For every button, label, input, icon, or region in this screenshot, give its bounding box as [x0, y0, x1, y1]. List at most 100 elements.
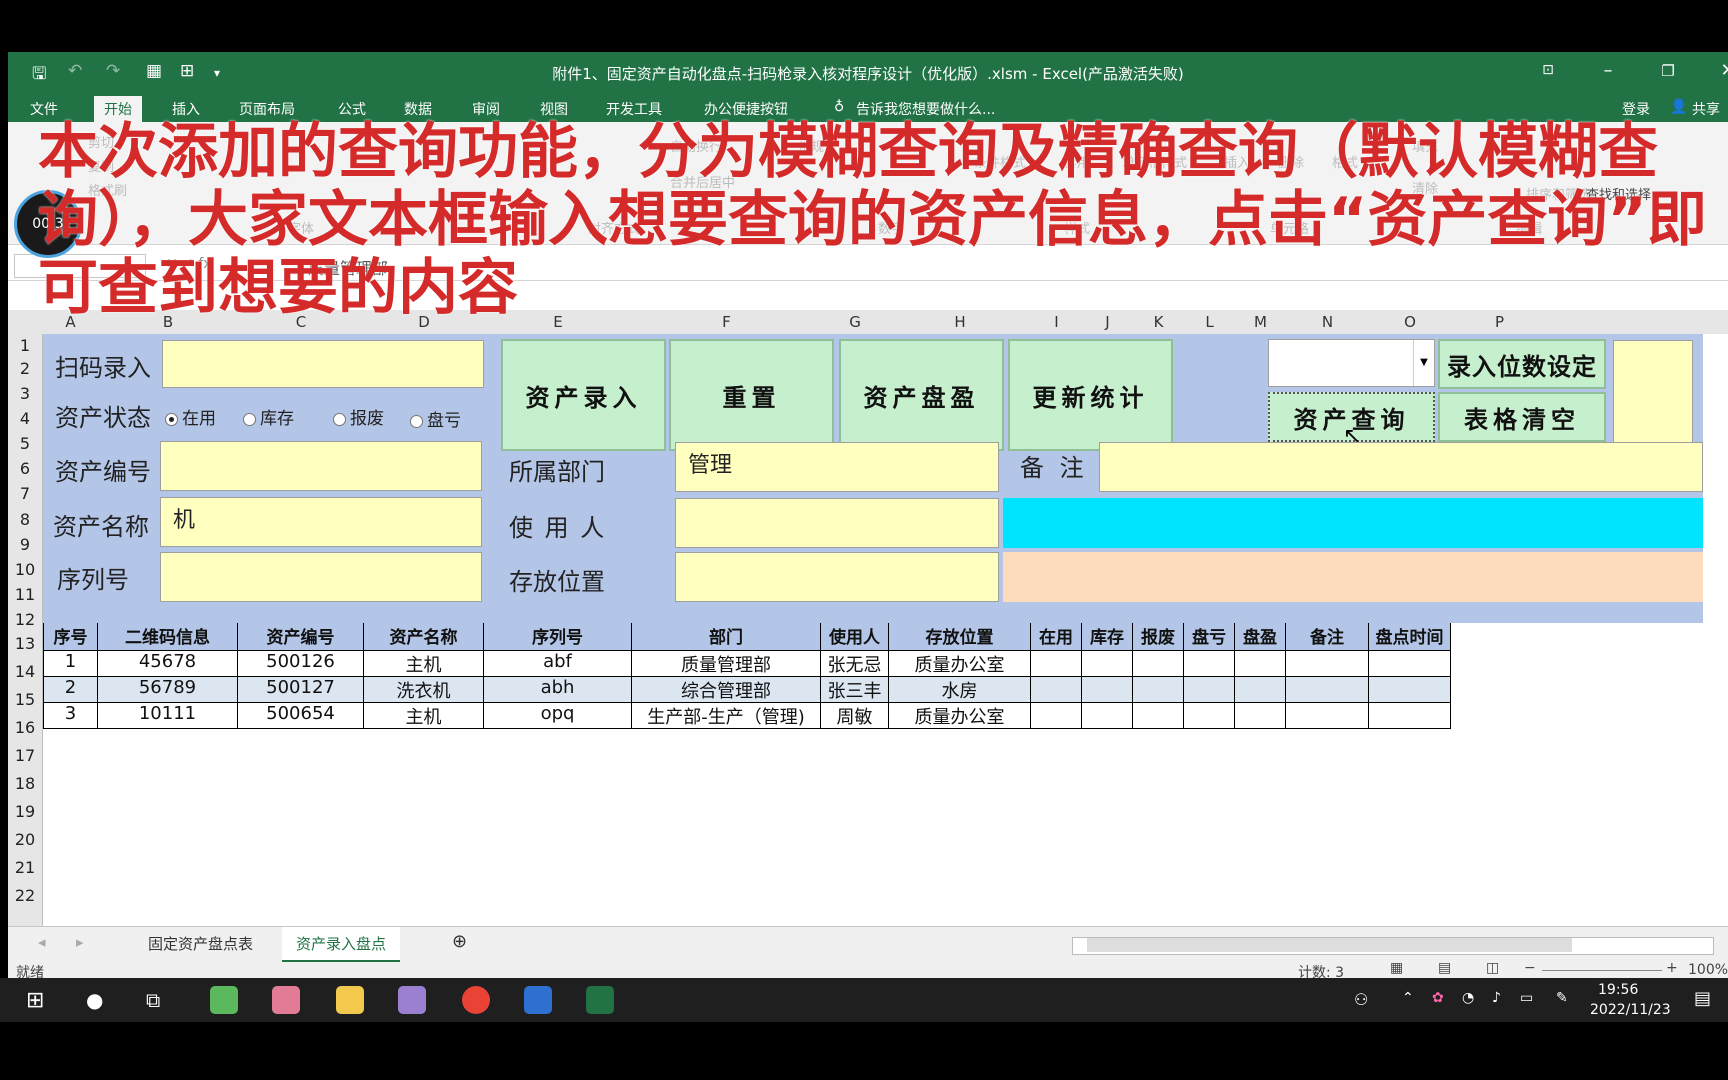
row-header[interactable]: 4 — [8, 409, 42, 428]
query-mode-dropdown[interactable]: ▼ — [1268, 339, 1435, 387]
minimize-icon[interactable]: – — [1588, 60, 1628, 81]
table-cell[interactable]: 56789 — [98, 677, 238, 703]
dept-input[interactable]: 管理 — [675, 442, 999, 492]
row-header[interactable]: 11 — [8, 585, 42, 604]
zoom-out-icon[interactable]: − — [1524, 960, 1536, 976]
tab-insert[interactable]: 插入 — [172, 99, 200, 119]
row-header[interactable]: 14 — [8, 662, 42, 681]
digits-input[interactable] — [1613, 340, 1693, 446]
tell-me-search[interactable]: 告诉我您想要做什么... — [856, 99, 995, 119]
normal-view-icon[interactable]: ▦ — [1390, 960, 1403, 976]
asset-entry-button[interactable]: 资产录入 — [501, 339, 666, 451]
tab-review[interactable]: 审阅 — [472, 99, 500, 119]
table-cell[interactable]: 质量办公室 — [889, 703, 1031, 729]
windows-start-icon[interactable]: ⊞ — [26, 988, 44, 1013]
radio-scrapped[interactable]: 报废 — [333, 404, 384, 429]
asset-surplus-button[interactable]: 资产盘盈 — [839, 339, 1004, 451]
table-cell[interactable] — [1235, 677, 1286, 703]
clock-date[interactable]: 2022/11/23 — [1590, 1002, 1671, 1018]
chevron-down-icon[interactable]: ▼ — [1413, 340, 1434, 386]
horizontal-scrollbar[interactable] — [1072, 937, 1714, 955]
table-cell[interactable]: 1 — [43, 651, 98, 677]
table-cell[interactable]: 500127 — [238, 677, 364, 703]
ribbon-display-icon[interactable]: ⊡ — [1528, 62, 1568, 78]
sheet-tab-fixed-assets[interactable]: 固定资产盘点表 — [148, 933, 253, 954]
row-header[interactable]: 1 — [8, 336, 42, 355]
table-cell[interactable]: 水房 — [889, 677, 1031, 703]
tab-office-tools[interactable]: 办公便捷按钮 — [704, 99, 788, 119]
row-header[interactable]: 20 — [8, 830, 42, 849]
table-cell[interactable] — [1184, 703, 1235, 729]
table-cell[interactable]: 3 — [43, 703, 98, 729]
row-header[interactable]: 9 — [8, 535, 42, 554]
radio-loss[interactable]: 盘亏 — [410, 406, 461, 431]
table-cell[interactable] — [1369, 703, 1451, 729]
paint-icon[interactable] — [398, 986, 426, 1014]
radio-inventory[interactable]: 库存 — [243, 404, 294, 429]
tab-page-layout[interactable]: 页面布局 — [239, 99, 295, 119]
table-cell[interactable]: 张无忌 — [821, 651, 889, 677]
update-stats-button[interactable]: 更新统计 — [1008, 339, 1173, 451]
table-cell[interactable] — [1235, 703, 1286, 729]
clear-table-button[interactable]: 表格清空 — [1438, 392, 1606, 442]
table-cell[interactable] — [1133, 677, 1184, 703]
reset-button[interactable]: 重置 — [669, 339, 834, 451]
table-cell[interactable]: opq — [484, 703, 632, 729]
row-header[interactable]: 6 — [8, 459, 42, 478]
table-cell[interactable]: abf — [484, 651, 632, 677]
row-header[interactable]: 5 — [8, 434, 42, 453]
table-cell[interactable] — [1031, 651, 1082, 677]
page-layout-icon[interactable]: ▤ — [1438, 960, 1451, 976]
row-header[interactable]: 19 — [8, 802, 42, 821]
tray-expand-icon[interactable]: ⌃ — [1402, 990, 1414, 1006]
table-cell[interactable]: 张三丰 — [821, 677, 889, 703]
task-view-icon[interactable]: ⧉ — [146, 988, 160, 1012]
sheet-tab-entry[interactable]: 资产录入盘点 — [282, 927, 401, 962]
restore-icon[interactable]: ❐ — [1648, 62, 1688, 80]
network-icon[interactable]: ◔ — [1462, 990, 1474, 1006]
zoom-slider[interactable] — [1542, 970, 1662, 971]
notification-icon[interactable]: ▤ — [1694, 988, 1711, 1009]
row-header[interactable]: 17 — [8, 746, 42, 765]
user-input[interactable] — [675, 498, 999, 548]
table-cell[interactable] — [1031, 703, 1082, 729]
scan-input[interactable] — [162, 340, 484, 388]
page-break-icon[interactable]: ◫ — [1486, 960, 1499, 976]
table-cell[interactable]: 质量办公室 — [889, 651, 1031, 677]
volume-icon[interactable]: ♪ — [1492, 990, 1501, 1006]
table-cell[interactable] — [1286, 651, 1369, 677]
table-cell[interactable] — [1369, 651, 1451, 677]
share-button[interactable]: 共享 — [1692, 99, 1720, 119]
table-cell[interactable] — [1184, 677, 1235, 703]
table-cell[interactable]: 主机 — [364, 651, 484, 677]
table-cell[interactable] — [1235, 651, 1286, 677]
table-cell[interactable]: 主机 — [364, 703, 484, 729]
table-cell[interactable] — [1369, 677, 1451, 703]
tab-file[interactable]: 文件 — [30, 99, 58, 119]
browser-icon[interactable] — [210, 986, 238, 1014]
table-cell[interactable]: 生产部-生产（管理) — [632, 703, 821, 729]
table-cell[interactable]: 45678 — [98, 651, 238, 677]
row-header[interactable]: 15 — [8, 690, 42, 709]
zoom-in-icon[interactable]: + — [1666, 960, 1678, 976]
row-header[interactable]: 10 — [8, 560, 42, 579]
row-header[interactable]: 7 — [8, 484, 42, 503]
table-cell[interactable] — [1082, 651, 1133, 677]
table-cell[interactable] — [1031, 677, 1082, 703]
location-input[interactable] — [675, 552, 999, 602]
asset-no-input[interactable] — [160, 441, 482, 491]
clock-time[interactable]: 19:56 — [1598, 982, 1638, 998]
table-cell[interactable]: 500654 — [238, 703, 364, 729]
tab-data[interactable]: 数据 — [404, 99, 432, 119]
cortana-icon[interactable]: ● — [86, 988, 103, 1012]
row-header[interactable]: 3 — [8, 384, 42, 403]
digits-setting-button[interactable]: 录入位数设定 — [1438, 339, 1606, 389]
table-cell[interactable]: 周敏 — [821, 703, 889, 729]
row-header[interactable]: 18 — [8, 774, 42, 793]
row-header[interactable]: 21 — [8, 858, 42, 877]
row-header[interactable]: 22 — [8, 886, 42, 905]
row-header[interactable]: 16 — [8, 718, 42, 737]
table-cell[interactable] — [1184, 651, 1235, 677]
table-cell[interactable]: 2 — [43, 677, 98, 703]
radio-in-use[interactable]: 在用 — [165, 404, 216, 429]
